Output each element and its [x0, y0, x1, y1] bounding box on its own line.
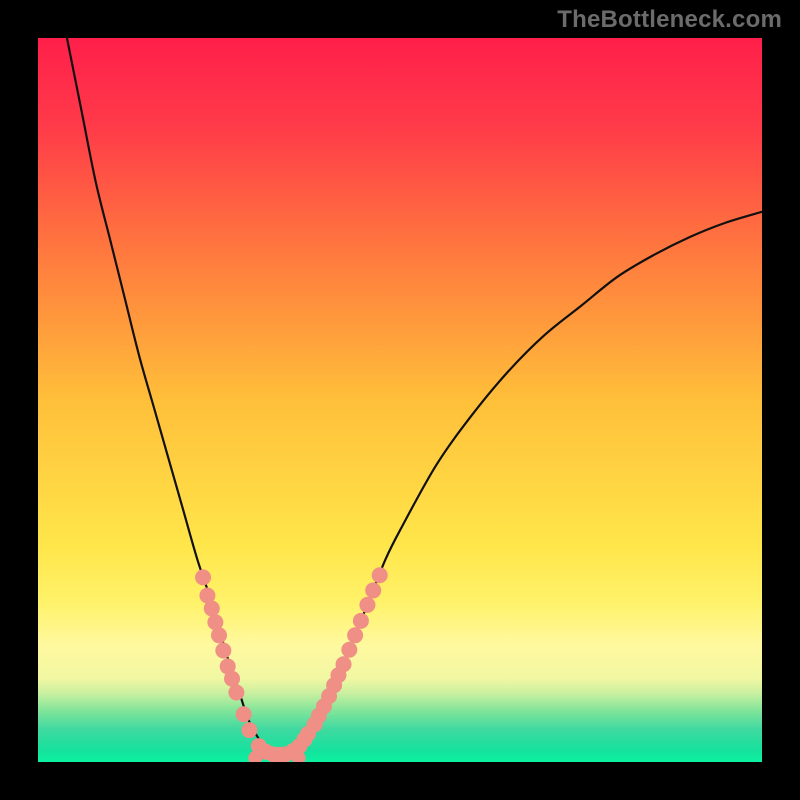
highlight-marker: [224, 671, 240, 687]
highlight-marker: [336, 656, 352, 672]
highlight-marker: [211, 627, 227, 643]
gradient-background: [38, 38, 762, 762]
floor-marker-group: [248, 751, 305, 762]
chart-frame: TheBottleneck.com: [0, 0, 800, 800]
highlight-marker: [359, 597, 375, 613]
watermark-label: TheBottleneck.com: [557, 6, 782, 34]
highlight-marker: [241, 722, 257, 738]
highlight-marker: [347, 627, 363, 643]
highlight-marker: [365, 582, 381, 598]
highlight-marker: [353, 613, 369, 629]
highlight-marker: [341, 642, 357, 658]
highlight-marker: [204, 601, 220, 617]
highlight-marker: [236, 706, 252, 722]
highlight-marker: [215, 643, 231, 659]
highlight-marker: [372, 567, 388, 583]
plot-area: [38, 38, 762, 762]
chart-svg: [38, 38, 762, 762]
highlight-marker: [195, 569, 211, 585]
highlight-marker: [228, 685, 244, 701]
